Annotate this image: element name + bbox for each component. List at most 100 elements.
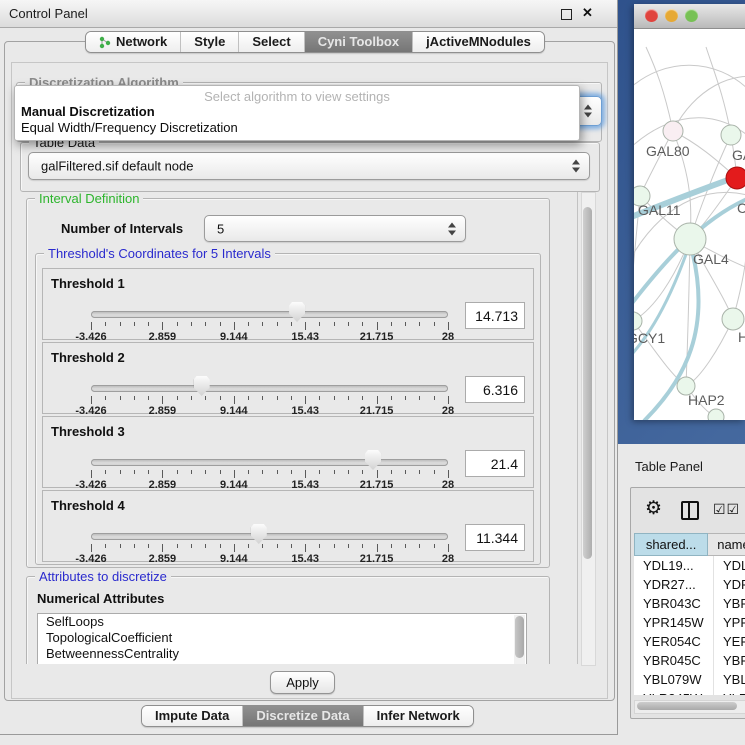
dropdown-item-equal-width-frequency-discretization[interactable]: Equal Width/Frequency Discretization xyxy=(21,120,573,136)
bottom-tab-impute-data[interactable]: Impute Data xyxy=(142,706,243,726)
table-row[interactable]: YBR043CYBR04 xyxy=(634,594,745,613)
network-node-green[interactable] xyxy=(722,308,744,330)
attribute-item-betweennesscentrality[interactable]: BetweennessCentrality xyxy=(38,646,526,662)
network-node-green[interactable] xyxy=(634,312,642,330)
table-toolbar: ⚙ ☑☑ xyxy=(631,498,745,524)
table-data-select[interactable]: galFiltered.sif default node xyxy=(28,152,590,180)
slider-thumb[interactable] xyxy=(251,524,267,544)
interval-definition-group: Interval Definition Number of Intervals … xyxy=(26,198,550,568)
slider-ticks xyxy=(91,322,448,332)
tab-label: jActiveMNodules xyxy=(426,32,531,52)
cell-name[interactable]: YLR34 xyxy=(714,689,745,695)
split-view-icon[interactable] xyxy=(681,501,699,520)
network-node-red[interactable] xyxy=(726,167,745,189)
threshold-value-field[interactable]: 6.316 xyxy=(465,376,525,403)
select-columns-icon[interactable]: ☑☑ xyxy=(713,501,740,518)
column-header-name[interactable]: name xyxy=(708,533,745,556)
slider-thumb[interactable] xyxy=(194,376,210,396)
close-traffic-light[interactable] xyxy=(645,9,658,22)
cell-shared-name[interactable]: YPR145W xyxy=(634,613,714,632)
cell-shared-name[interactable]: YBR045C xyxy=(634,651,714,670)
dropdown-item-manual-discretization[interactable]: Manual Discretization xyxy=(21,104,573,120)
slider-ticks xyxy=(91,396,448,406)
threshold-label: Threshold 4 xyxy=(51,498,125,513)
node-label-c: C xyxy=(737,200,745,216)
gear-icon[interactable]: ⚙ xyxy=(645,498,662,520)
close-icon[interactable]: ✕ xyxy=(582,5,593,21)
bottom-tab-discretize-data[interactable]: Discretize Data xyxy=(243,706,363,726)
apply-button[interactable]: Apply xyxy=(270,671,335,694)
bottom-tab-infer-network[interactable]: Infer Network xyxy=(364,706,473,726)
table-row[interactable]: YDR27...YDR27 xyxy=(634,575,745,594)
thresholds-group: Threshold's Coordinates for 5 Intervals … xyxy=(35,253,541,565)
scrollbar-thumb[interactable] xyxy=(515,616,524,658)
table-row[interactable]: YLR345WYLR34 xyxy=(634,689,745,695)
num-intervals-label: Number of Intervals xyxy=(61,221,183,236)
zoom-traffic-light[interactable] xyxy=(685,9,698,22)
cell-name[interactable]: YDL19 xyxy=(714,556,745,575)
node-label-gal11: GAL11 xyxy=(638,202,681,218)
tab-label: Cyni Toolbox xyxy=(318,32,399,52)
cell-name[interactable]: YBR04 xyxy=(714,594,745,613)
attributes-group-title: Attributes to discretize xyxy=(35,569,171,584)
attributes-scrollbar[interactable] xyxy=(514,615,525,664)
float-window-icon[interactable] xyxy=(561,9,572,20)
network-canvas[interactable]: GAL80GAGAL11CGAL4GCY1HHAP2 xyxy=(634,29,745,420)
scrollbar-thumb[interactable] xyxy=(583,207,592,559)
table-data-value: galFiltered.sif default node xyxy=(41,159,193,174)
network-node-green[interactable] xyxy=(708,409,724,420)
panel-title: Control Panel xyxy=(9,6,88,21)
table-row[interactable]: YBL079WYBL07 xyxy=(634,670,745,689)
cell-name[interactable]: YDR27 xyxy=(714,575,745,594)
node-label-gcy1: GCY1 xyxy=(634,330,665,346)
table-row[interactable]: YBR045CYBR04 xyxy=(634,651,745,670)
threshold-value-field[interactable]: 21.4 xyxy=(465,450,525,477)
network-icon xyxy=(99,36,111,49)
cell-shared-name[interactable]: YBR043C xyxy=(634,594,714,613)
cell-shared-name[interactable]: YER054C xyxy=(634,632,714,651)
tick-label: 21.715 xyxy=(360,553,394,565)
attribute-item-selfloops[interactable]: SelfLoops xyxy=(38,614,526,630)
cell-name[interactable]: YPR14 xyxy=(714,613,745,632)
cell-name[interactable]: YER05 xyxy=(714,632,745,651)
settings-vertical-scrollbar[interactable] xyxy=(581,192,596,666)
num-intervals-select[interactable]: 5 xyxy=(204,215,466,242)
tab-cyni-toolbox[interactable]: Cyni Toolbox xyxy=(305,32,413,52)
column-header-shared-name[interactable]: shared... xyxy=(634,533,708,556)
cell-name[interactable]: YBR04 xyxy=(714,651,745,670)
network-window-titlebar[interactable] xyxy=(634,4,745,29)
tab-jactivemnodules[interactable]: jActiveMNodules xyxy=(413,32,544,52)
cell-name[interactable]: YBL07 xyxy=(714,670,745,689)
tick-label: 15.43 xyxy=(291,553,319,565)
threshold-value-field[interactable]: 11.344 xyxy=(465,524,525,551)
threshold-value-field[interactable]: 14.713 xyxy=(465,302,525,329)
table-horizontal-scrollbar[interactable] xyxy=(634,700,745,714)
attribute-item-topologicalcoefficient[interactable]: TopologicalCoefficient xyxy=(38,630,526,646)
cell-shared-name[interactable]: YDL19... xyxy=(634,556,714,575)
tab-style[interactable]: Style xyxy=(181,32,239,52)
tick-label: 9.144 xyxy=(220,553,248,565)
numerical-attributes-list[interactable]: SelfLoopsTopologicalCoefficientBetweenne… xyxy=(37,613,527,664)
tab-select[interactable]: Select xyxy=(239,32,304,52)
table-row[interactable]: YPR145WYPR14 xyxy=(634,613,745,632)
slider-track[interactable] xyxy=(91,311,448,318)
cell-shared-name[interactable]: YLR345W xyxy=(634,689,714,695)
cell-shared-name[interactable]: YBL079W xyxy=(634,670,714,689)
attributes-group: Attributes to discretize Numerical Attri… xyxy=(26,576,550,664)
slider-track[interactable] xyxy=(91,385,448,392)
scrollbar-thumb[interactable] xyxy=(637,702,737,710)
network-node-pink[interactable] xyxy=(663,121,683,141)
network-node-green[interactable] xyxy=(721,125,741,145)
slider-thumb[interactable] xyxy=(365,450,381,470)
slider-track[interactable] xyxy=(91,533,448,540)
tab-network[interactable]: Network xyxy=(86,32,181,52)
slider-track[interactable] xyxy=(91,459,448,466)
slider-thumb[interactable] xyxy=(289,302,305,322)
table-row[interactable]: YDL19...YDL19 xyxy=(634,556,745,575)
dropdown-prompt: Select algorithm to view settings xyxy=(15,89,579,104)
table-panel: ⚙ ☑☑ shared... name YDL19...YDL19YDR27..… xyxy=(630,487,745,719)
minimize-traffic-light[interactable] xyxy=(665,9,678,22)
table-row[interactable]: YER054CYER05 xyxy=(634,632,745,651)
combo-arrows-icon xyxy=(572,160,580,173)
cell-shared-name[interactable]: YDR27... xyxy=(634,575,714,594)
